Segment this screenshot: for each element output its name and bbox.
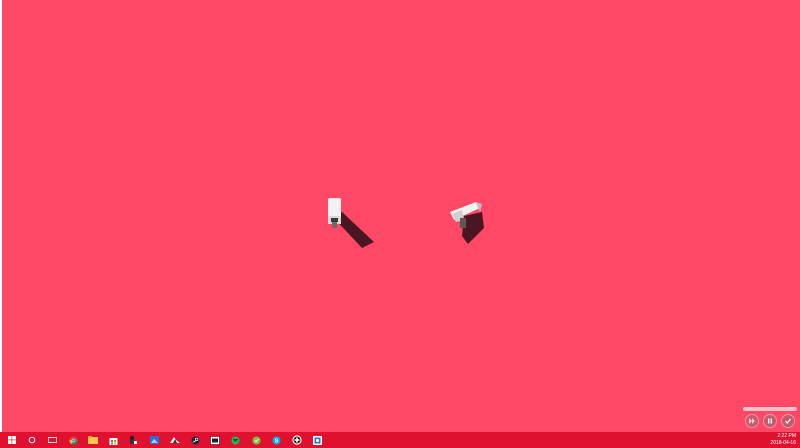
steam-button[interactable] (185, 432, 205, 448)
task-view-icon (47, 437, 57, 443)
app-button-5[interactable] (287, 432, 307, 448)
steam-icon (190, 435, 200, 445)
security-camera-icon (442, 196, 502, 248)
folder-icon (88, 436, 98, 444)
spotify-icon (230, 435, 240, 445)
clock-date: 2018-04-16 (770, 440, 796, 446)
search-button[interactable] (22, 432, 42, 448)
pause-icon (768, 418, 772, 424)
blue-app-icon (312, 435, 322, 445)
skip-icon (749, 418, 755, 424)
pause-button[interactable] (763, 414, 777, 428)
spotify-button[interactable] (225, 432, 245, 448)
app-button-1[interactable] (123, 432, 143, 448)
skype-icon: S (271, 435, 281, 445)
desktop (2, 0, 800, 432)
green-app-icon (251, 435, 261, 445)
taskbar-clock[interactable]: 2:22 PM 2018-04-16 (770, 433, 796, 447)
app-button-3[interactable] (205, 432, 225, 448)
file-explorer-button[interactable] (83, 432, 103, 448)
app-button-2[interactable] (165, 432, 185, 448)
security-camera-icon (318, 192, 382, 252)
gear-wheel-icon (292, 435, 302, 445)
store-button[interactable] (103, 432, 123, 448)
skype-button[interactable]: S (266, 432, 286, 448)
chrome-button[interactable] (63, 432, 83, 448)
app-button-6[interactable] (307, 432, 327, 448)
start-button[interactable] (2, 432, 22, 448)
photos-icon (149, 436, 159, 444)
taskbar: S 2:22 PM 2018-04-16 (0, 432, 800, 448)
svg-text:S: S (274, 438, 278, 444)
circle-search-icon (28, 436, 36, 444)
clock-time: 2:22 PM (777, 433, 796, 439)
game-controller-icon (170, 437, 180, 443)
photos-button[interactable] (144, 432, 164, 448)
confirm-button[interactable] (781, 414, 795, 428)
skip-button[interactable] (745, 414, 759, 428)
overlay-progress-bar (743, 407, 797, 411)
task-view-button[interactable] (42, 432, 62, 448)
figure-icon (129, 435, 137, 444)
windows-logo-icon (8, 436, 16, 444)
store-bag-icon (109, 437, 117, 445)
check-icon (785, 418, 792, 424)
chrome-icon (68, 435, 78, 445)
app-button-4[interactable] (246, 432, 266, 448)
window-icon (210, 435, 220, 445)
